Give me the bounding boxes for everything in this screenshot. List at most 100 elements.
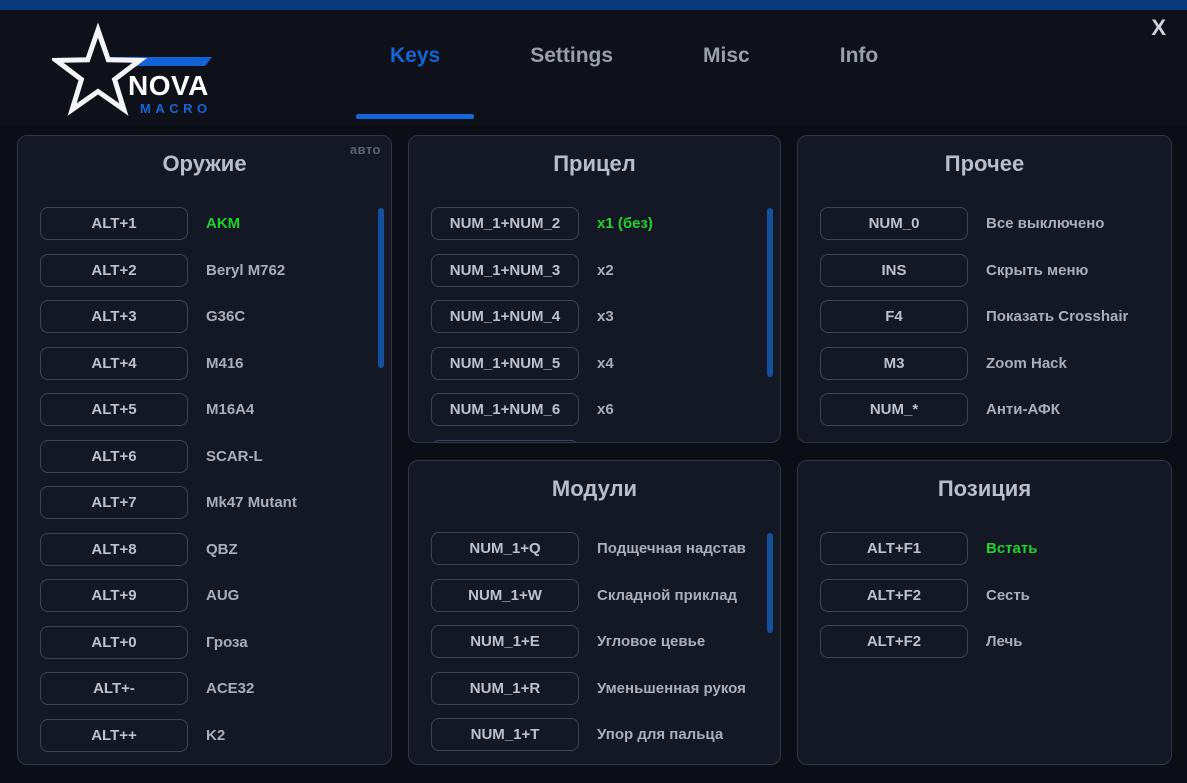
key-button[interactable]: ALT+3	[40, 300, 188, 333]
key-button[interactable]: ALT+F1	[820, 532, 968, 565]
key-button[interactable]: NUM_1+NUM_4	[431, 300, 579, 333]
bind-label: Подщечная надстав	[597, 540, 746, 557]
bind-label: Угловое цевье	[597, 633, 705, 650]
key-button[interactable]: NUM_1+Q	[431, 532, 579, 565]
key-button[interactable]: ALT+0	[40, 626, 188, 659]
tab[interactable]: Settings	[530, 44, 613, 68]
keybind-row: ALT+1 AKM	[40, 207, 391, 240]
panel-misc: Прочее NUM_0 Все выключено INS Скрыть ме…	[797, 135, 1172, 443]
clipped-row	[431, 440, 780, 444]
key-button[interactable]: ALT+6	[40, 440, 188, 473]
clipped-row	[431, 765, 780, 766]
tab-bar: Keys Settings Misc Info	[390, 44, 878, 68]
keybind-row: ALT+7 Mk47 Mutant	[40, 486, 391, 519]
keybind-row: NUM_* Анти-АФК	[820, 393, 1171, 426]
bind-label: Mk47 Mutant	[206, 494, 297, 511]
keybind-row: NUM_1+Q Подщечная надстав	[431, 532, 780, 565]
bind-label: x4	[597, 355, 614, 372]
panel-title-position: Позиция	[798, 474, 1171, 504]
key-button[interactable]: ALT+7	[40, 486, 188, 519]
scope-scrollbar-thumb[interactable]	[767, 208, 773, 377]
keybind-row: NUM_1+NUM_2 x1 (без)	[431, 207, 780, 240]
modules-scrollbar-thumb[interactable]	[767, 533, 773, 633]
bind-label: Сесть	[986, 587, 1030, 604]
bind-label: Анти-АФК	[986, 401, 1060, 418]
keybind-row: NUM_1+T Упор для пальца	[431, 718, 780, 751]
weapons-list: ALT+1 AKM ALT+2 Beryl M762 ALT+3 G36C	[18, 207, 391, 765]
bind-label: M416	[206, 355, 244, 372]
weapons-scrollbar-thumb[interactable]	[378, 208, 384, 368]
keybind-row: ALT+6 SCAR-L	[40, 440, 391, 473]
key-button[interactable]: ALT+9	[40, 579, 188, 612]
panel-modules: Модули NUM_1+Q Подщечная надстав NUM_1+W…	[408, 460, 781, 765]
bind-label: M16A4	[206, 401, 254, 418]
key-button[interactable]: F4	[820, 300, 968, 333]
tab[interactable]: Misc	[703, 44, 750, 68]
bind-label: Встать	[986, 540, 1037, 557]
key-button[interactable]: NUM_0	[820, 207, 968, 240]
bind-label: Уменьшенная рукоя	[597, 680, 746, 697]
bind-label: Beryl M762	[206, 262, 285, 279]
close-button[interactable]: X	[1145, 16, 1172, 40]
clipped-row-button	[431, 440, 579, 444]
panel-position: Позиция ALT+F1 Встать ALT+F2 Сесть ALT+F…	[797, 460, 1172, 765]
keybind-row: ALT+5 M16A4	[40, 393, 391, 426]
panel-title-misc: Прочее	[798, 149, 1171, 179]
key-button[interactable]: ALT+-	[40, 672, 188, 705]
bind-label: AUG	[206, 587, 239, 604]
panel-weapons: авто Оружие ALT+1 AKM ALT+2 Beryl M762 A…	[17, 135, 392, 765]
panel-title-modules: Модули	[409, 474, 780, 504]
keybind-row: ALT+2 Beryl M762	[40, 254, 391, 287]
bind-label: Zoom Hack	[986, 355, 1067, 372]
key-button[interactable]: M3	[820, 347, 968, 380]
panel-scope: Прицел NUM_1+NUM_2 x1 (без) NUM_1+NUM_3 …	[408, 135, 781, 443]
title-bar-strip	[0, 0, 1187, 10]
key-button[interactable]: NUM_1+NUM_6	[431, 393, 579, 426]
key-button[interactable]: NUM_1+NUM_2	[431, 207, 579, 240]
bind-label: QBZ	[206, 541, 238, 558]
key-button[interactable]: INS	[820, 254, 968, 287]
key-button[interactable]: NUM_*	[820, 393, 968, 426]
bind-label: Складной приклад	[597, 587, 737, 604]
key-button[interactable]: ALT+F2	[820, 625, 968, 658]
header: NOVA MACRO Keys Settings Misc Info X	[0, 10, 1187, 125]
keybind-row: NUM_0 Все выключено	[820, 207, 1171, 240]
app-window: NOVA MACRO Keys Settings Misc Info X авт…	[0, 0, 1187, 783]
keybind-row: NUM_1+W Складной приклад	[431, 579, 780, 612]
misc-list: NUM_0 Все выключено INS Скрыть меню F4 П…	[798, 207, 1171, 426]
keybind-row: ALT+F1 Встать	[820, 532, 1171, 565]
key-button[interactable]: ALT+1	[40, 207, 188, 240]
bind-label: K2	[206, 727, 225, 744]
key-button[interactable]: ALT+F2	[820, 579, 968, 612]
star-logo-icon: NOVA MACRO	[52, 16, 242, 118]
key-button[interactable]: NUM_1+R	[431, 672, 579, 705]
key-button[interactable]: NUM_1+E	[431, 625, 579, 658]
bind-label: Гроза	[206, 634, 248, 651]
keybind-row: NUM_1+R Уменьшенная рукоя	[431, 672, 780, 705]
tab[interactable]: Keys	[390, 44, 440, 68]
keybind-row: INS Скрыть меню	[820, 254, 1171, 287]
key-button[interactable]: ALT++	[40, 719, 188, 752]
keybind-row: NUM_1+E Угловое цевье	[431, 625, 780, 658]
key-button[interactable]: NUM_1+NUM_5	[431, 347, 579, 380]
keybind-row: NUM_1+NUM_5 x4	[431, 347, 780, 380]
keybind-row: ALT+3 G36C	[40, 300, 391, 333]
key-button[interactable]: ALT+5	[40, 393, 188, 426]
key-button[interactable]: ALT+4	[40, 347, 188, 380]
key-button[interactable]: NUM_1+T	[431, 718, 579, 751]
key-button[interactable]: NUM_1+W	[431, 579, 579, 612]
tab[interactable]: Info	[840, 44, 878, 68]
keybind-row: M3 Zoom Hack	[820, 347, 1171, 380]
keybind-row: ALT+F2 Сесть	[820, 579, 1171, 612]
keybind-row: ALT+0 Гроза	[40, 626, 391, 659]
scope-list: NUM_1+NUM_2 x1 (без) NUM_1+NUM_3 x2 NUM_…	[409, 207, 780, 443]
position-list: ALT+F1 Встать ALT+F2 Сесть ALT+F2 Лечь	[798, 532, 1171, 658]
keys-page: авто Оружие ALT+1 AKM ALT+2 Beryl M762 A…	[0, 125, 1187, 783]
bind-label: Показать Crosshair	[986, 308, 1128, 325]
bind-label: x3	[597, 308, 614, 325]
key-button[interactable]: ALT+8	[40, 533, 188, 566]
bind-label: ACE32	[206, 680, 254, 697]
key-button[interactable]: NUM_1+NUM_3	[431, 254, 579, 287]
key-button[interactable]: ALT+2	[40, 254, 188, 287]
clipped-row-button	[431, 765, 579, 766]
